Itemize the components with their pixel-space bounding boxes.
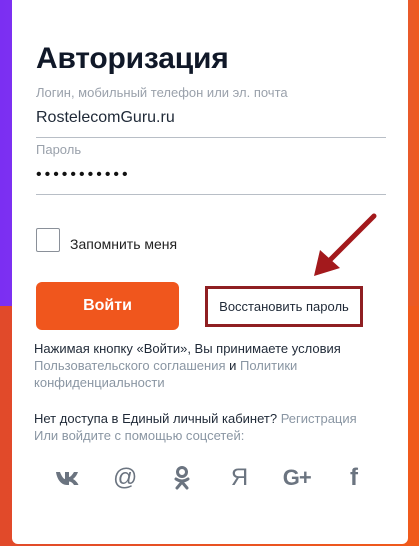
terms-and: и [225,358,241,373]
register-link[interactable]: Регистрация [281,411,357,426]
yandex-glyph: Я [230,464,249,491]
no-access-prefix: Нет доступа в Единый личный кабинет? [34,411,281,426]
google-plus-glyph: G+ [282,465,312,490]
remember-checkbox[interactable] [36,228,60,252]
facebook-glyph: f [349,464,358,491]
mail-glyph: @ [113,464,138,491]
google-plus-icon[interactable]: G+ [279,460,315,496]
facebook-icon[interactable]: f [336,460,372,496]
vk-icon[interactable] [50,460,86,496]
remember-label[interactable]: Запомнить меня [70,236,177,252]
terms-prefix: Нажимая кнопку «Войти», Вы принимаете ус… [34,341,341,356]
odnoklassniki-icon[interactable] [164,460,200,496]
password-field[interactable]: Пароль ••••••••••• [36,142,386,195]
social-login-row: @ Я G+ f [36,458,386,498]
password-underline [36,194,386,195]
restore-password-link[interactable]: Восстановить пароль [205,286,363,327]
password-input[interactable]: ••••••••••• [36,164,386,186]
login-button[interactable]: Войти [36,282,179,330]
auth-card: Авторизация Логин, мобильный телефон или… [12,0,408,544]
user-agreement-link[interactable]: Пользовательского соглашения [34,358,226,373]
mail-icon[interactable]: @ [107,460,143,496]
no-access-text: Нет доступа в Единый личный кабинет? Рег… [34,410,404,444]
login-input[interactable]: RostelecomGuru.ru [36,107,386,129]
red-arrow-annotation [314,213,377,276]
login-underline [36,137,386,138]
password-label: Пароль [36,142,82,157]
yandex-icon[interactable]: Я [222,460,258,496]
login-field[interactable]: Логин, мобильный телефон или эл. почта R… [36,85,386,138]
terms-text: Нажимая кнопку «Войти», Вы принимаете ус… [34,340,394,391]
page-title: Авторизация [36,42,229,75]
login-label: Логин, мобильный телефон или эл. почта [36,85,288,100]
social-login-text: Или войдите с помощью соцсетей: [34,428,245,443]
